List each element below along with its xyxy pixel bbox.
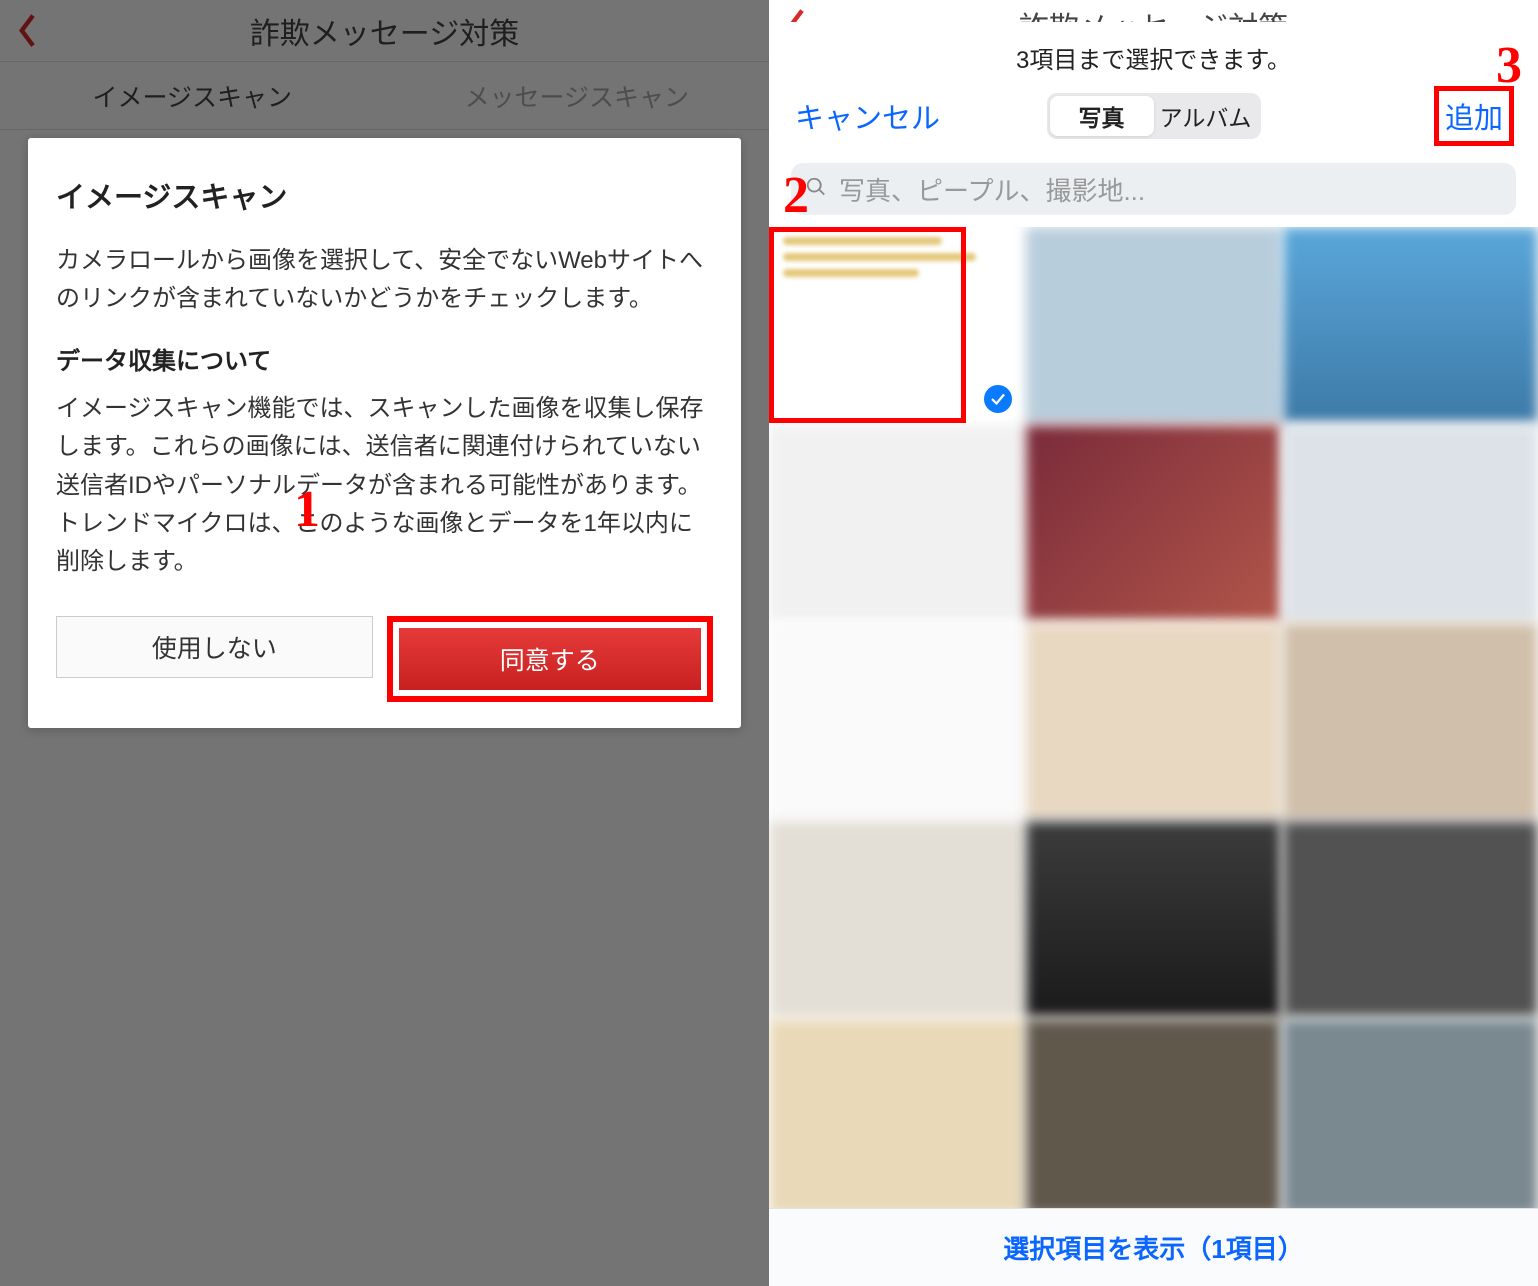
consent-modal: イメージスキャン カメラロールから画像を選択して、安全でないWebサイトへのリン… bbox=[28, 138, 741, 728]
photo-thumbnail[interactable] bbox=[769, 425, 1024, 621]
search-input[interactable]: 写真、ピープル、撮影地... bbox=[791, 163, 1516, 215]
show-selected-button[interactable]: 選択項目を表示（1項目） bbox=[1003, 1229, 1303, 1266]
modal-buttons: 使用しない 同意する bbox=[56, 616, 713, 702]
search-wrap: 写真、ピープル、撮影地... bbox=[769, 149, 1538, 227]
photo-thumbnail[interactable] bbox=[1026, 821, 1281, 1017]
modal-subheading: データ収集について bbox=[56, 341, 713, 376]
photo-picker-sheet: 3項目まで選択できます。 キャンセル 写真 アルバム 追加 写真、ピープル、撮影… bbox=[769, 22, 1538, 1286]
photo-thumbnail[interactable] bbox=[1283, 623, 1538, 819]
agree-highlight: 同意する bbox=[387, 616, 714, 702]
annotation-1: 1 bbox=[294, 480, 320, 539]
photo-thumbnail[interactable] bbox=[1026, 623, 1281, 819]
annotation-3: 3 bbox=[1496, 36, 1522, 95]
modal-title: イメージスキャン bbox=[56, 174, 713, 216]
photo-thumbnail[interactable] bbox=[1283, 227, 1538, 423]
add-button[interactable]: 追加 bbox=[1434, 86, 1514, 146]
photo-thumbnail[interactable] bbox=[769, 821, 1024, 1017]
picker-nav: キャンセル 写真 アルバム 追加 bbox=[769, 83, 1538, 149]
selected-check-icon bbox=[982, 383, 1014, 415]
right-screenshot: 詐欺メッセージ対策 3項目まで選択できます。 キャンセル 写真 アルバム 追加 … bbox=[769, 0, 1538, 1286]
photo-thumbnail[interactable] bbox=[769, 623, 1024, 819]
photo-thumbnail[interactable] bbox=[769, 227, 1024, 423]
cancel-button[interactable]: キャンセル bbox=[795, 95, 940, 137]
photo-thumbnail[interactable] bbox=[769, 1019, 1024, 1208]
bottom-toolbar: 選択項目を表示（1項目） bbox=[769, 1208, 1538, 1286]
photo-thumbnail[interactable] bbox=[1026, 425, 1281, 621]
segment-photos[interactable]: 写真 bbox=[1050, 96, 1154, 136]
segmented-control: 写真 アルバム bbox=[1047, 93, 1261, 139]
photo-thumbnail[interactable] bbox=[1026, 1019, 1281, 1208]
modal-description: カメラロールから画像を選択して、安全でないWebサイトへのリンクが含まれていない… bbox=[56, 242, 713, 319]
photo-thumbnail[interactable] bbox=[1283, 425, 1538, 621]
search-placeholder: 写真、ピープル、撮影地... bbox=[839, 171, 1145, 208]
photo-grid bbox=[769, 227, 1538, 1208]
left-screenshot: 詐欺メッセージ対策 イメージスキャン メッセージスキャン イメージスキャン カメ… bbox=[0, 0, 769, 1286]
photo-thumbnail[interactable] bbox=[1026, 227, 1281, 423]
photo-thumbnail[interactable] bbox=[1283, 1019, 1538, 1208]
segment-albums[interactable]: アルバム bbox=[1154, 96, 1258, 136]
selection-limit-text: 3項目まで選択できます。 bbox=[769, 22, 1538, 83]
agree-button[interactable]: 同意する bbox=[399, 628, 702, 690]
decline-button[interactable]: 使用しない bbox=[56, 616, 373, 678]
annotation-2: 2 bbox=[783, 166, 809, 225]
photo-thumbnail[interactable] bbox=[1283, 821, 1538, 1017]
modal-subbody: イメージスキャン機能では、スキャンした画像を収集し保存します。これらの画像には、… bbox=[56, 390, 713, 582]
